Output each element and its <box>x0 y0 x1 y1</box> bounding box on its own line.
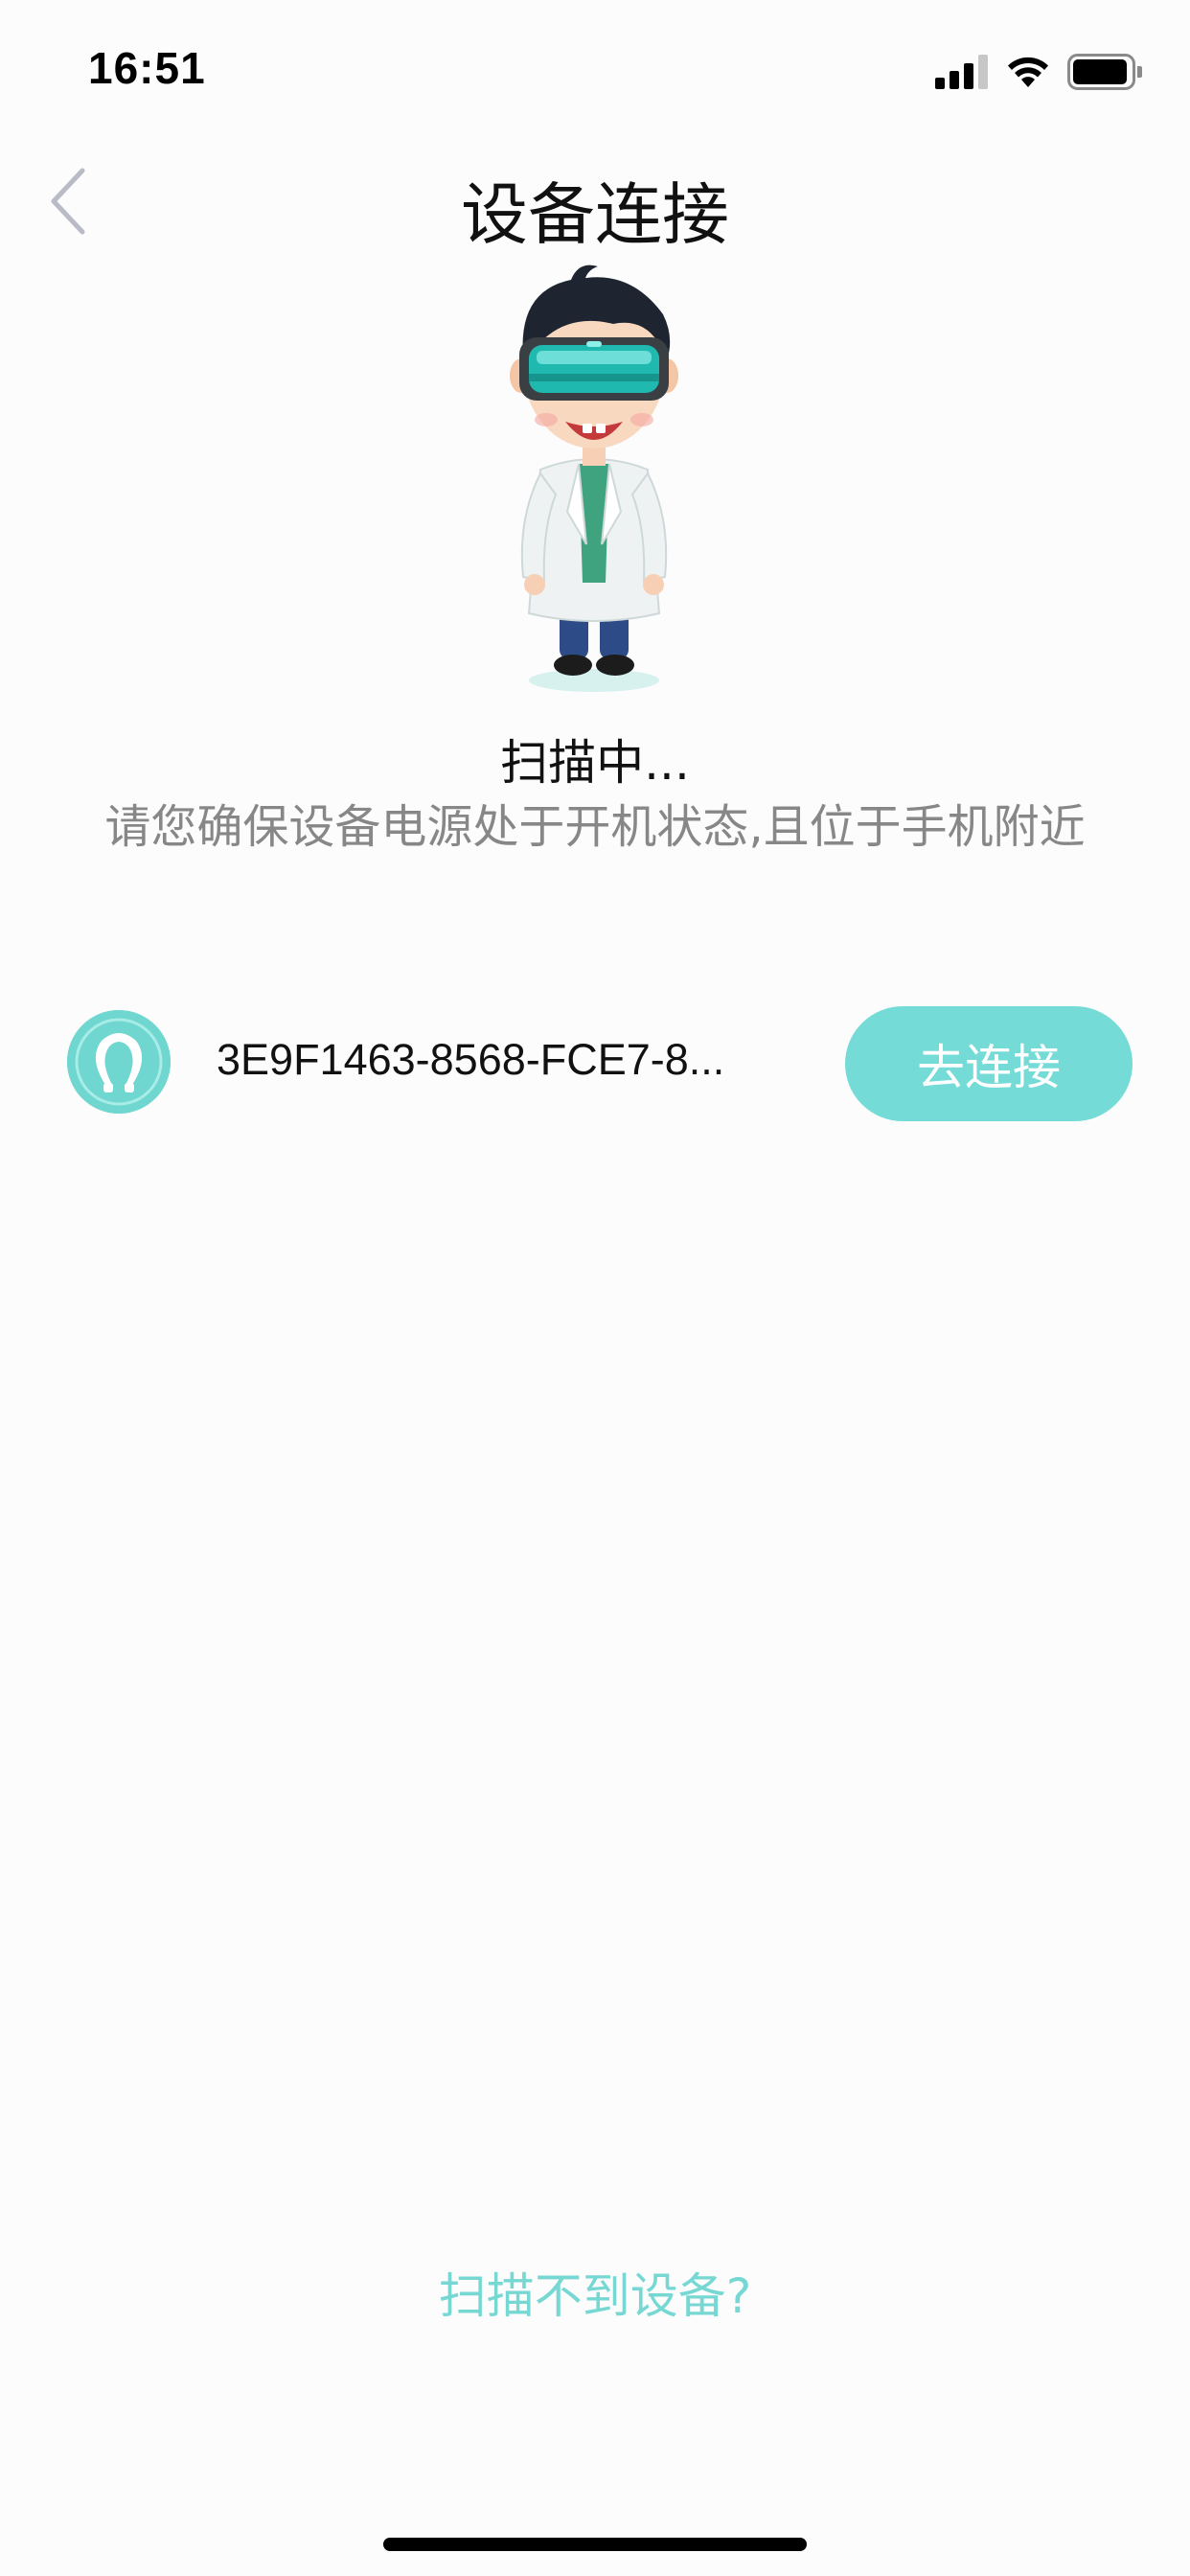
scan-status-text: 扫描中... <box>500 735 690 791</box>
vr-doctor-mascot-illustration <box>510 264 678 692</box>
device-list-item: 3E9F1463-8568-FCE7-8... 去连接 <box>0 1006 1190 1121</box>
device-connect-screen: 16:51 设备连接 扫描中... 请您确保设备电源处于开机状态,且位于手机附近… <box>0 0 1190 2576</box>
battery-icon <box>1067 54 1142 90</box>
status-icons <box>935 48 1144 96</box>
home-indicator <box>383 2538 807 2551</box>
page-title: 设备连接 <box>461 175 729 254</box>
wifi-icon <box>1008 57 1048 87</box>
signal-icon <box>935 55 988 89</box>
device-name: 3E9F1463-8568-FCE7-8... <box>217 1035 725 1084</box>
neck-massager-icon <box>67 1010 171 1114</box>
cannot-find-device-link[interactable]: 扫描不到设备? <box>0 2258 1190 2327</box>
scan-hint-text: 请您确保设备电源处于开机状态,且位于手机附近 <box>104 800 1086 854</box>
connect-button[interactable]: 去连接 <box>845 1006 1133 1121</box>
status-time: 16:51 <box>88 43 206 93</box>
device-avatar <box>67 1010 171 1114</box>
